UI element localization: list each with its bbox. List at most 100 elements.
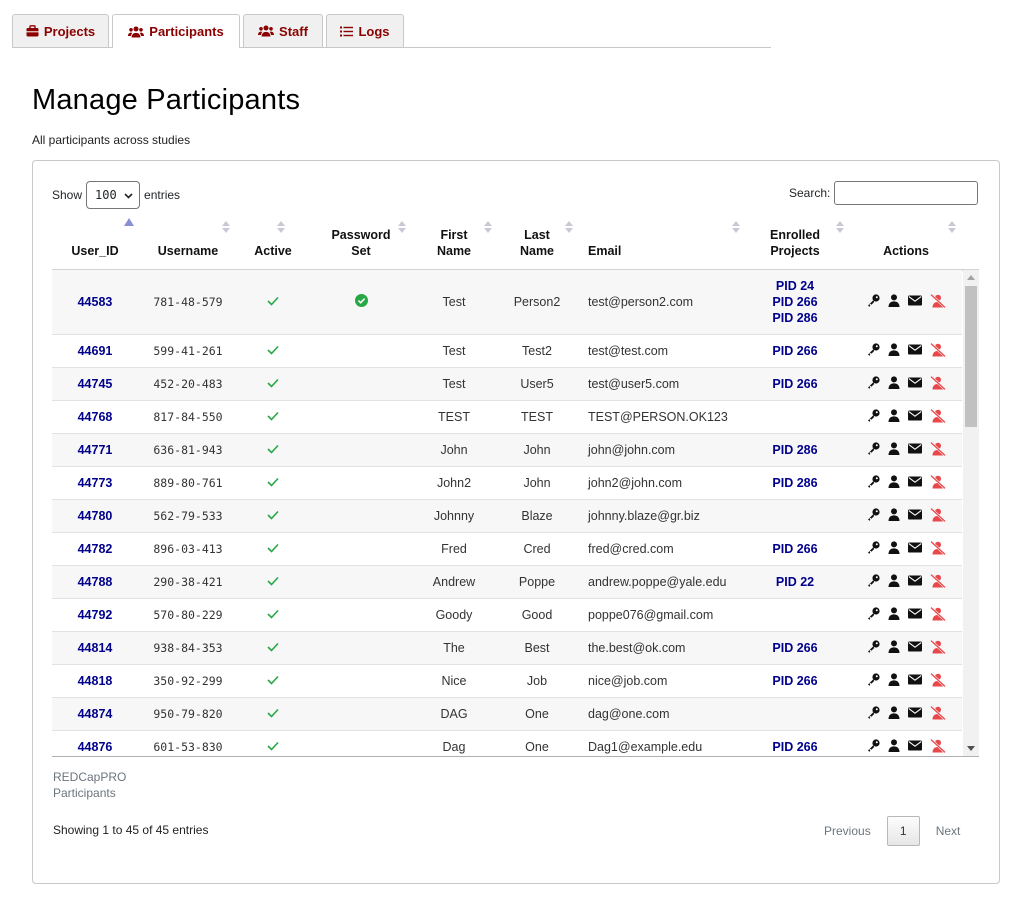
key-icon[interactable] — [867, 294, 880, 310]
user-id-link[interactable]: 44814 — [52, 632, 138, 664]
envelope-icon[interactable] — [907, 344, 922, 358]
project-link[interactable]: PID 24 — [776, 278, 814, 294]
project-link[interactable]: PID 266 — [772, 294, 817, 310]
project-link[interactable]: PID 286 — [772, 442, 817, 458]
key-icon[interactable] — [867, 409, 880, 425]
user-icon[interactable] — [888, 673, 900, 689]
key-icon[interactable] — [867, 343, 880, 359]
tab-staff[interactable]: Staff — [243, 14, 323, 47]
project-link[interactable]: PID 286 — [772, 475, 817, 491]
search-input[interactable] — [834, 181, 979, 205]
user-icon[interactable] — [888, 376, 900, 392]
envelope-icon[interactable] — [907, 740, 922, 754]
user-icon[interactable] — [888, 739, 900, 755]
page-1-button[interactable]: 1 — [886, 816, 920, 846]
user-slash-icon[interactable] — [929, 408, 946, 426]
scroll-down-icon[interactable] — [967, 746, 975, 751]
envelope-icon[interactable] — [907, 377, 922, 391]
user-slash-icon[interactable] — [929, 293, 946, 311]
user-id-link[interactable]: 44780 — [52, 500, 138, 532]
project-link[interactable]: PID 22 — [776, 574, 814, 590]
user-icon[interactable] — [888, 640, 900, 656]
project-link[interactable]: PID 266 — [772, 541, 817, 557]
user-id-link[interactable]: 44782 — [52, 533, 138, 565]
column-header-first_name[interactable]: First Name — [414, 213, 494, 269]
user-slash-icon[interactable] — [929, 474, 946, 492]
user-slash-icon[interactable] — [929, 705, 946, 723]
envelope-icon[interactable] — [907, 295, 922, 309]
user-slash-icon[interactable] — [929, 672, 946, 690]
user-slash-icon[interactable] — [929, 540, 946, 558]
user-id-link[interactable]: 44818 — [52, 665, 138, 697]
previous-button[interactable]: Previous — [815, 816, 880, 846]
envelope-icon[interactable] — [907, 509, 922, 523]
user-icon[interactable] — [888, 574, 900, 590]
key-icon[interactable] — [867, 442, 880, 458]
envelope-icon[interactable] — [907, 608, 922, 622]
user-id-link[interactable]: 44788 — [52, 566, 138, 598]
user-icon[interactable] — [888, 706, 900, 722]
key-icon[interactable] — [867, 607, 880, 623]
tab-logs[interactable]: Logs — [326, 14, 404, 47]
user-icon[interactable] — [888, 475, 900, 491]
user-slash-icon[interactable] — [929, 738, 946, 756]
user-slash-icon[interactable] — [929, 507, 946, 525]
table-scrollbar[interactable] — [963, 270, 979, 756]
user-id-link[interactable]: 44876 — [52, 731, 138, 756]
user-id-link[interactable]: 44583 — [52, 270, 138, 334]
envelope-icon[interactable] — [907, 410, 922, 424]
user-icon[interactable] — [888, 409, 900, 425]
column-header-enrolled_projects[interactable]: Enrolled Projects — [740, 213, 850, 269]
project-link[interactable]: PID 266 — [772, 640, 817, 656]
key-icon[interactable] — [867, 739, 880, 755]
user-slash-icon[interactable] — [929, 573, 946, 591]
column-header-email[interactable]: Email — [580, 213, 740, 269]
user-id-link[interactable]: 44745 — [52, 368, 138, 400]
column-header-actions[interactable]: Actions — [850, 213, 962, 269]
user-icon[interactable] — [888, 508, 900, 524]
column-header-active[interactable]: Active — [238, 213, 308, 269]
envelope-icon[interactable] — [907, 476, 922, 490]
tab-participants[interactable]: Participants — [112, 14, 240, 48]
key-icon[interactable] — [867, 376, 880, 392]
user-icon[interactable] — [888, 541, 900, 557]
user-id-link[interactable]: 44771 — [52, 434, 138, 466]
user-slash-icon[interactable] — [929, 441, 946, 459]
key-icon[interactable] — [867, 640, 880, 656]
user-icon[interactable] — [888, 442, 900, 458]
user-icon[interactable] — [888, 607, 900, 623]
envelope-icon[interactable] — [907, 707, 922, 721]
user-id-link[interactable]: 44792 — [52, 599, 138, 631]
page-length-select[interactable]: 100 — [86, 180, 141, 209]
next-button[interactable]: Next — [927, 816, 970, 846]
tab-projects[interactable]: Projects — [12, 14, 109, 47]
envelope-icon[interactable] — [907, 542, 922, 556]
envelope-icon[interactable] — [907, 674, 922, 688]
project-link[interactable]: PID 266 — [772, 343, 817, 359]
key-icon[interactable] — [867, 508, 880, 524]
user-id-link[interactable]: 44773 — [52, 467, 138, 499]
key-icon[interactable] — [867, 673, 880, 689]
user-id-link[interactable]: 44768 — [52, 401, 138, 433]
key-icon[interactable] — [867, 574, 880, 590]
user-id-link[interactable]: 44874 — [52, 698, 138, 730]
key-icon[interactable] — [867, 706, 880, 722]
project-link[interactable]: PID 266 — [772, 376, 817, 392]
project-link[interactable]: PID 266 — [772, 739, 817, 755]
project-link[interactable]: PID 266 — [772, 673, 817, 689]
envelope-icon[interactable] — [907, 443, 922, 457]
envelope-icon[interactable] — [907, 575, 922, 589]
user-slash-icon[interactable] — [929, 375, 946, 393]
user-id-link[interactable]: 44691 — [52, 335, 138, 367]
user-icon[interactable] — [888, 343, 900, 359]
user-icon[interactable] — [888, 294, 900, 310]
key-icon[interactable] — [867, 475, 880, 491]
scroll-up-icon[interactable] — [967, 275, 975, 280]
scrollbar-thumb[interactable] — [965, 286, 977, 427]
key-icon[interactable] — [867, 541, 880, 557]
envelope-icon[interactable] — [907, 641, 922, 655]
user-slash-icon[interactable] — [929, 639, 946, 657]
user-slash-icon[interactable] — [929, 606, 946, 624]
user-slash-icon[interactable] — [929, 342, 946, 360]
project-link[interactable]: PID 286 — [772, 310, 817, 326]
